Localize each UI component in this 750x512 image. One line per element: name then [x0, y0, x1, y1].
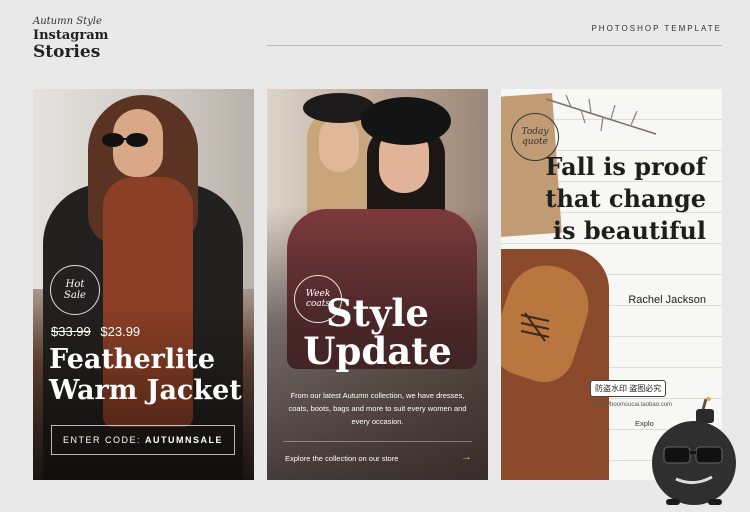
- twig-icon: [545, 94, 657, 135]
- brand-logo: Autumn Style Instagram Stories: [33, 16, 133, 61]
- brand-script-line: Autumn Style: [33, 16, 102, 27]
- explore-link[interactable]: Explore the collection on our store: [285, 454, 398, 463]
- badge-line-1: Hot: [65, 279, 85, 290]
- card2-body-text: From our latest Autumn collection, we ha…: [288, 391, 467, 426]
- brand-line-2: Instagram: [33, 28, 109, 43]
- badge-line-2: Sale: [64, 290, 86, 301]
- card2-title: Style Update: [303, 291, 452, 373]
- arrow-right-icon[interactable]: →: [461, 451, 472, 463]
- card1-title: Featherlite Warm Jacket: [49, 344, 242, 406]
- price-new: $23.99: [100, 324, 141, 339]
- brand-line-3: Stories: [33, 42, 101, 62]
- bomb-mascot-icon: [652, 397, 736, 505]
- header-label: PHOTOSHOP TEMPLATE: [591, 24, 722, 33]
- story-card-hot-sale: Hot Sale $33.99 $23.99 Featherlite Warm …: [33, 89, 254, 480]
- price: $33.99 $23.99: [51, 324, 140, 339]
- header-divider: [267, 45, 722, 46]
- quote-text: Fall is proof that change is beautiful: [545, 152, 706, 245]
- card2-divider: [283, 441, 472, 442]
- quote-author: Rachel Jackson: [628, 294, 706, 306]
- stamp-line-2: quote: [522, 137, 548, 147]
- promo-code-prefix: ENTER CODE:: [62, 435, 141, 445]
- hot-sale-badge: Hot Sale: [50, 265, 100, 315]
- price-old: $33.99: [51, 324, 91, 339]
- story-card-style-update: Week coats Style Update From our latest …: [267, 89, 488, 480]
- shoelace-icon: [520, 312, 550, 342]
- stamp-line-1: Today: [521, 127, 549, 137]
- promo-code-box: ENTER CODE: AUTUMNSALE: [51, 425, 235, 455]
- promo-code: AUTUMNSALE: [145, 435, 223, 445]
